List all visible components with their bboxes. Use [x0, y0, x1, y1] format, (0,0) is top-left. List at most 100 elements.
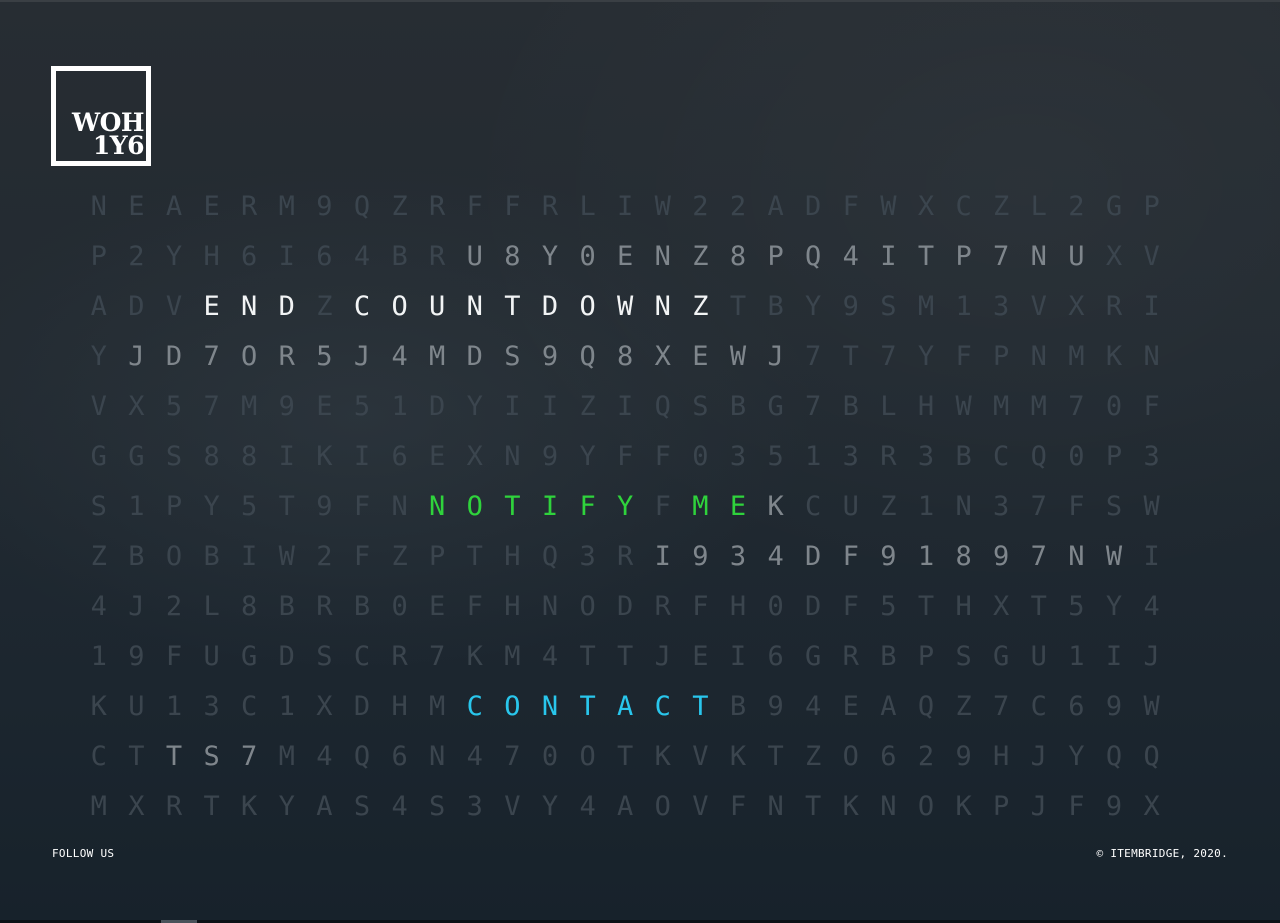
notify-me-letter[interactable]: N [418, 482, 456, 532]
grid-letter: Y [90, 341, 107, 372]
notify-me-letter[interactable]: F [569, 482, 607, 532]
grid-letter: F [1068, 791, 1085, 822]
grid-letter: A [617, 791, 634, 822]
grid-letter: T [466, 541, 483, 572]
grid-letter-mid: 9 [993, 541, 1010, 572]
contact-letter[interactable]: T [569, 682, 607, 732]
grid-letter: A [767, 191, 784, 222]
grid-letter: H [203, 241, 220, 272]
grid-letter: M [90, 791, 107, 822]
grid-letter: R [842, 641, 859, 672]
grid-letter: L [880, 391, 897, 422]
grid-letter: 6 [767, 641, 784, 672]
grid-letter: O [654, 791, 671, 822]
grid-letter: G [767, 391, 784, 422]
grid-letter: B [203, 541, 220, 572]
grid-letter: F [504, 191, 521, 222]
notify-me-letter[interactable]: M [682, 482, 720, 532]
grid-letter-mid: W [1105, 541, 1123, 572]
site-logo[interactable]: WOH 1Y6 [51, 66, 151, 166]
grid-letter: 1 [90, 641, 107, 672]
end-countdown-letter: T [504, 291, 521, 322]
grid-letter: K [955, 791, 972, 822]
grid-letter: I [504, 391, 521, 422]
grid-letter: U [128, 691, 145, 722]
grid-letter: W [1143, 491, 1160, 522]
grid-letter: L [1030, 191, 1047, 222]
notify-me-letter[interactable]: O [456, 482, 494, 532]
grid-letter: R [391, 641, 408, 672]
follow-us-link[interactable]: FOLLOW US [52, 847, 114, 860]
grid-letter: 8 [241, 591, 258, 622]
contact-letter[interactable]: A [606, 682, 644, 732]
logo-text: WOH 1Y6 [72, 110, 144, 158]
grid-letter: T [729, 291, 747, 322]
grid-row: GGS88IKI6EXN9YFF03513R3BCQ0P3 [80, 432, 1180, 482]
notify-me-letter[interactable]: Y [606, 482, 644, 532]
grid-letter: E [203, 191, 220, 222]
grid-letter: B [880, 641, 897, 672]
grid-letter: 9 [541, 441, 559, 472]
grid-letter: W [955, 391, 972, 422]
grid-letter: T [842, 341, 859, 372]
grid-letter: O [579, 591, 596, 622]
grid-letter-mid: X [654, 341, 671, 372]
contact-letter[interactable]: C [456, 682, 494, 732]
grid-letter: S [90, 491, 107, 522]
grid-letter-mid: 7 [993, 241, 1010, 272]
grid-letter: K [1105, 341, 1123, 372]
grid-letter-mid: 4 [767, 541, 784, 572]
grid-letter: J [1030, 741, 1047, 772]
end-countdown-letter: D [541, 291, 559, 322]
grid-letter-mid: N [1030, 241, 1047, 272]
notify-me-letter[interactable]: E [719, 482, 757, 532]
grid-letter: P [1143, 191, 1160, 222]
grid-letter: V [504, 791, 521, 822]
grid-letter: 7 [805, 391, 822, 422]
grid-letter: H [504, 591, 521, 622]
grid-letter: E [842, 691, 859, 722]
grid-letter: 1 [917, 491, 935, 522]
grid-letter-mid: N [654, 241, 671, 272]
grid-letter: T [767, 741, 784, 772]
grid-letter: Z [993, 191, 1010, 222]
grid-letter: O [165, 541, 183, 572]
grid-letter: N [767, 791, 784, 822]
notify-me-letter[interactable]: T [494, 482, 532, 532]
grid-letter: G [241, 641, 258, 672]
grid-letter-mid: O [241, 341, 258, 372]
grid-letter: E [692, 641, 709, 672]
grid-letter: B [767, 291, 784, 322]
contact-letter[interactable]: O [494, 682, 532, 732]
grid-letter: B [842, 391, 859, 422]
grid-letter: 7 [1068, 391, 1085, 422]
grid-letter-mid: P [767, 241, 784, 272]
end-countdown-letter: Z [692, 291, 709, 322]
grid-letter: R [880, 441, 897, 472]
grid-letter: K [729, 741, 747, 772]
grid-letter: 4 [805, 691, 822, 722]
grid-letter-mid: 7 [241, 741, 258, 772]
grid-letter-mid: D [165, 341, 183, 372]
grid-letter: V [692, 791, 709, 822]
grid-letter: 3 [1143, 441, 1160, 472]
grid-letter: Z [579, 391, 596, 422]
grid-letter-mid: I [880, 241, 897, 272]
grid-letter-mid: K [767, 491, 784, 522]
grid-letter: 9 [1105, 791, 1123, 822]
grid-letter: G [128, 441, 145, 472]
grid-letter: U [842, 491, 859, 522]
grid-letter: P [165, 491, 183, 522]
grid-letter: K [654, 741, 671, 772]
grid-letter: V [1030, 291, 1047, 322]
grid-letter: D [128, 291, 145, 322]
contact-letter[interactable]: N [531, 682, 569, 732]
grid-letter-mid: T [917, 241, 935, 272]
grid-letter: 6 [880, 741, 897, 772]
contact-letter[interactable]: C [644, 682, 682, 732]
grid-letter: I [729, 641, 747, 672]
grid-letter: 3 [917, 441, 935, 472]
notify-me-letter[interactable]: I [531, 482, 569, 532]
contact-letter[interactable]: T [682, 682, 720, 732]
grid-letter-mid: J [767, 341, 784, 372]
